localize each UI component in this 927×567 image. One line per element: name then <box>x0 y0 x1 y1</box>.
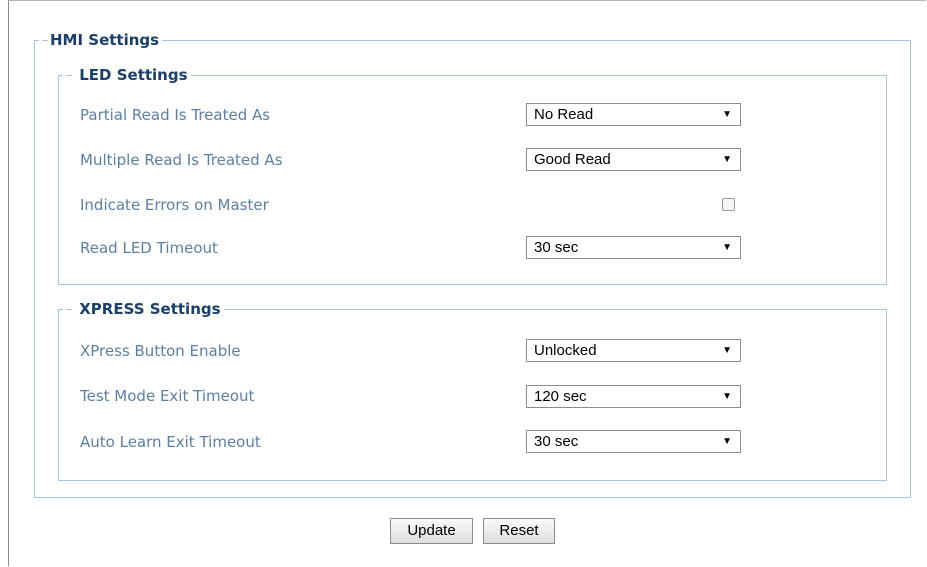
read-led-timeout-select[interactable]: 30 sec ▼ <box>526 236 741 259</box>
xpress-button-enable-value: Unlocked <box>534 342 597 359</box>
hmi-settings-title: HMI Settings <box>50 31 160 49</box>
multiple-read-label: Multiple Read Is Treated As <box>80 151 283 169</box>
triangle-down-icon: ▼ <box>722 154 732 165</box>
partial-read-label: Partial Read Is Treated As <box>80 106 271 124</box>
reset-button[interactable]: Reset <box>483 518 555 544</box>
test-mode-exit-label: Test Mode Exit Timeout <box>80 387 255 405</box>
indicate-errors-checkbox[interactable] <box>722 198 735 211</box>
hmi-settings-legend: HMI Settings <box>39 31 163 49</box>
xpress-button-enable-select[interactable]: Unlocked ▼ <box>526 339 741 362</box>
partial-read-value: No Read <box>534 106 594 123</box>
led-settings-title: LED Settings <box>79 66 188 84</box>
read-led-timeout-value: 30 sec <box>534 239 579 256</box>
auto-learn-exit-label: Auto Learn Exit Timeout <box>80 433 261 451</box>
multiple-read-select[interactable]: Good Read ▼ <box>526 148 741 171</box>
test-mode-exit-value: 120 sec <box>534 388 587 405</box>
auto-learn-exit-value: 30 sec <box>534 433 579 450</box>
xpress-settings-legend: XPRESS Settings <box>63 300 224 318</box>
xpress-settings-title: XPRESS Settings <box>79 300 221 318</box>
auto-learn-exit-select[interactable]: 30 sec ▼ <box>526 430 741 453</box>
update-button[interactable]: Update <box>390 518 473 544</box>
triangle-down-icon: ▼ <box>722 242 732 253</box>
triangle-down-icon: ▼ <box>722 391 732 402</box>
read-led-timeout-label: Read LED Timeout <box>80 239 218 257</box>
triangle-down-icon: ▼ <box>722 436 732 447</box>
test-mode-exit-select[interactable]: 120 sec ▼ <box>526 385 741 408</box>
partial-read-select[interactable]: No Read ▼ <box>526 103 741 126</box>
triangle-down-icon: ▼ <box>722 109 732 120</box>
multiple-read-value: Good Read <box>534 151 611 168</box>
led-settings-legend: LED Settings <box>63 66 191 84</box>
indicate-errors-label: Indicate Errors on Master <box>80 196 269 214</box>
xpress-button-enable-label: XPress Button Enable <box>80 342 241 360</box>
triangle-down-icon: ▼ <box>722 345 732 356</box>
